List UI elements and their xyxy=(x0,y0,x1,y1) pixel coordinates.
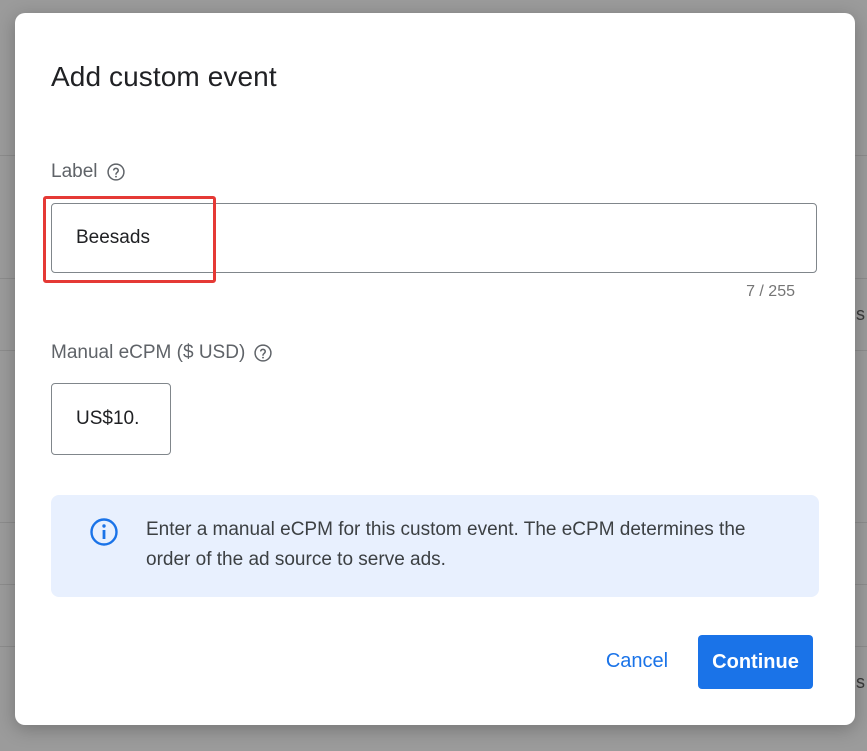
ecpm-field-label: Manual eCPM ($ USD) xyxy=(51,342,273,364)
background-text-fragment: s xyxy=(856,304,865,324)
label-field-label: Label xyxy=(51,161,126,183)
dialog-title: Add custom event xyxy=(51,61,277,92)
ecpm-input[interactable] xyxy=(51,383,171,455)
help-icon[interactable] xyxy=(106,162,126,182)
background-text-fragment: s xyxy=(856,672,865,692)
add-custom-event-dialog: Add custom event Label 7 / 255 Manual eC… xyxy=(15,13,855,725)
label-input[interactable] xyxy=(51,203,817,273)
ecpm-field-label-text: Manual eCPM ($ USD) xyxy=(51,342,246,363)
info-text: Enter a manual eCPM for this custom even… xyxy=(146,519,746,570)
info-banner: Enter a manual eCPM for this custom even… xyxy=(51,495,819,597)
continue-button[interactable]: Continue xyxy=(698,635,813,689)
help-icon[interactable] xyxy=(253,343,273,363)
character-counter: 7 / 255 xyxy=(746,283,795,300)
label-field-label-text: Label xyxy=(51,161,98,182)
info-icon xyxy=(90,518,118,546)
cancel-button[interactable]: Cancel xyxy=(593,635,681,687)
